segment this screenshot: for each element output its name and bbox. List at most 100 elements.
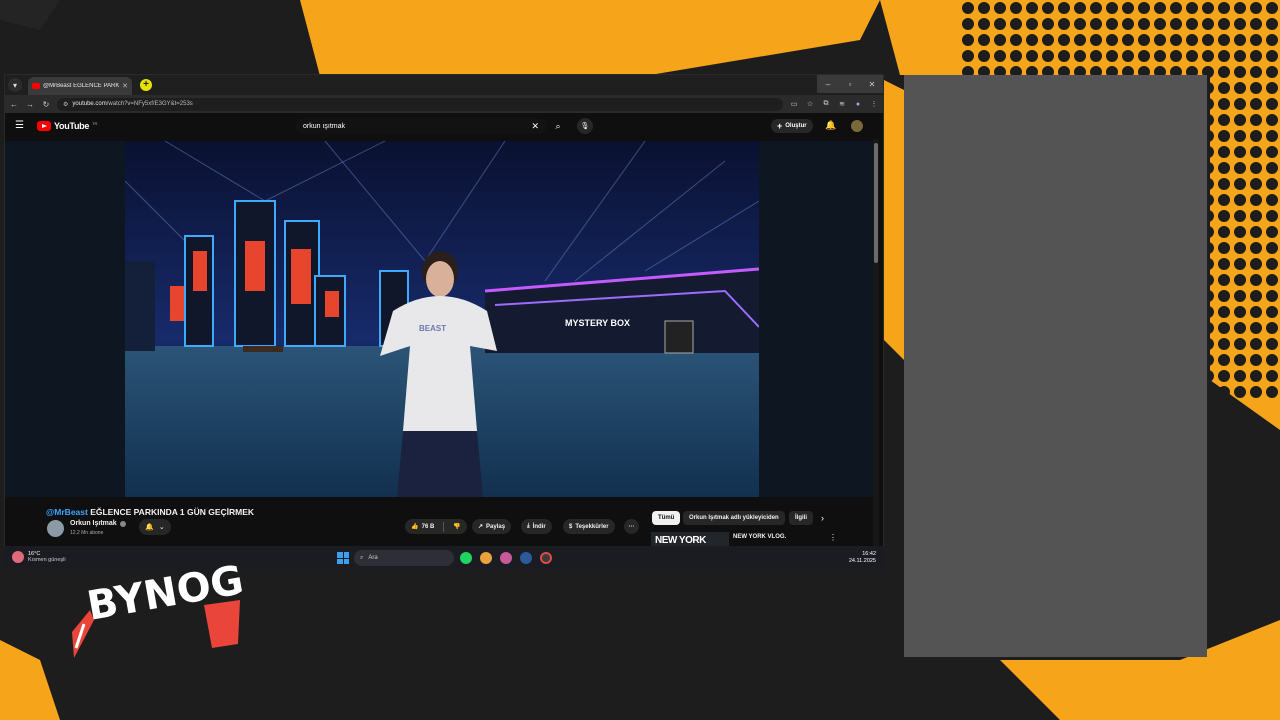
url-field[interactable]: ⚙ youtube.com/watch?v=NFy5xf/E3GY&t=253s <box>57 97 783 111</box>
like-divider <box>443 521 445 532</box>
more-actions-button[interactable]: ··· <box>624 519 639 534</box>
title-mention-link[interactable]: @MrBeast <box>46 507 88 517</box>
youtube-page: ☰ YouTube TR orkun ışıtmak ✕ ⌕ 🎙 + Oluşt… <box>5 113 879 569</box>
camera-placeholder-panel <box>904 75 1207 657</box>
more-horizontal-icon: ··· <box>628 523 635 530</box>
subscription-bell-button[interactable]: 🔔 ⌄ <box>139 519 171 535</box>
create-label: Oluştur <box>785 123 807 129</box>
mystery-box-sign: MYSTERY BOX <box>565 318 630 328</box>
chip-all[interactable]: Tümü <box>652 511 681 525</box>
clock-date: 24.11.2025 <box>848 558 876 564</box>
search-icon: ⌕ <box>360 554 364 561</box>
tab-search-button[interactable]: ▾ <box>8 78 22 92</box>
dislike-button[interactable]: 👎 <box>447 519 466 534</box>
chip-from-uploader[interactable]: Orkun Işıtmak adlı yükleyiciden <box>683 511 785 525</box>
share-icon: ↗ <box>478 524 484 530</box>
download-label: İndir <box>532 523 546 530</box>
svg-text:BEAST: BEAST <box>419 324 446 333</box>
taskbar-search-placeholder: Ara <box>368 555 378 561</box>
video-frame: MYSTERY BOX BEAST <box>125 141 759 497</box>
app-icon[interactable] <box>540 552 552 564</box>
browser-window: ▾ @MrBeast EĞLENCE PARKINDA ✕ + – ▫ ✕ ← … <box>4 74 884 570</box>
youtube-header: ☰ YouTube TR orkun ışıtmak ✕ ⌕ 🎙 + Oluşt… <box>5 113 879 139</box>
plus-icon: + <box>777 121 783 131</box>
create-button[interactable]: + Oluştur <box>771 119 813 133</box>
verified-icon <box>119 520 126 527</box>
taskbar-search[interactable]: ⌕ Ara <box>354 550 454 566</box>
tab-active[interactable]: @MrBeast EĞLENCE PARKINDA ✕ <box>28 77 132 95</box>
like-count: 76 B <box>421 523 435 530</box>
cast-icon[interactable]: ▭ <box>789 100 799 108</box>
start-button[interactable] <box>337 552 349 564</box>
thanks-icon: $ <box>569 523 573 530</box>
channel-name-row[interactable]: Orkun Işıtmak <box>70 520 126 527</box>
url-host: youtube.com <box>72 101 107 107</box>
youtube-favicon-icon <box>32 83 40 89</box>
site-info-icon[interactable]: ⚙ <box>63 101 68 108</box>
clear-search-icon[interactable]: ✕ <box>531 121 539 132</box>
browser-menu-icon[interactable]: ⋮ <box>869 100 879 108</box>
tab-bar: ▾ @MrBeast EĞLENCE PARKINDA ✕ + – ▫ ✕ <box>5 75 883 95</box>
chrome-profile-icon[interactable] <box>500 552 512 564</box>
tab-close-icon[interactable]: ✕ <box>122 82 128 90</box>
weather-icon <box>12 551 24 563</box>
share-button[interactable]: ↗ Paylaş <box>472 519 512 534</box>
hamburger-menu-icon[interactable]: ☰ <box>15 120 24 131</box>
search-icon[interactable]: ⌕ <box>550 118 566 134</box>
spotify-icon[interactable] <box>460 552 472 564</box>
video-player[interactable]: MYSTERY BOX BEAST <box>125 141 759 497</box>
maximize-button[interactable]: ▫ <box>839 75 861 93</box>
clock-time: 16:42 <box>862 551 876 557</box>
taskbar-clock[interactable]: 16:42 24.11.2025 <box>849 551 876 565</box>
reload-icon[interactable]: ↻ <box>41 100 51 109</box>
chip-related[interactable]: İlgili <box>789 511 813 525</box>
thumbnail-text: NEW YORK <box>655 535 706 546</box>
bookmark-star-icon[interactable]: ☆ <box>805 100 815 108</box>
bynog-logo: BYNOG <box>72 560 247 658</box>
search-input[interactable]: orkun ışıtmak ✕ <box>295 118 547 134</box>
profile-icon[interactable]: ● <box>853 101 863 108</box>
chevron-right-icon[interactable]: › <box>821 513 824 523</box>
steam-icon[interactable] <box>520 552 532 564</box>
share-label: Paylaş <box>486 523 506 530</box>
minimize-button[interactable]: – <box>817 75 839 93</box>
chevron-down-icon: ⌄ <box>158 524 165 531</box>
new-tab-button[interactable]: + <box>140 79 152 91</box>
extension-icon[interactable]: ≋ <box>837 100 847 108</box>
stream-overlay: ▾ @MrBeast EĞLENCE PARKINDA ✕ + – ▫ ✕ ← … <box>0 0 1280 720</box>
tab-title: @MrBeast EĞLENCE PARKINDA <box>43 83 120 89</box>
forward-icon[interactable]: → <box>25 100 35 109</box>
url-path: /watch?v=NFy5xf/E3GY&t=253s <box>106 101 193 107</box>
channel-name: Orkun Işıtmak <box>70 520 117 527</box>
youtube-play-icon <box>37 121 51 131</box>
youtube-logo[interactable]: YouTube TR <box>37 121 97 131</box>
page-scrollbar[interactable] <box>873 139 879 569</box>
bell-icon: 🔔 <box>145 524 154 531</box>
chrome-icon[interactable] <box>480 552 492 564</box>
thumbs-up-icon: 👍 <box>411 524 419 530</box>
kebab-menu-icon[interactable]: ⋮ <box>829 533 837 542</box>
address-bar-row: ← → ↻ ⚙ youtube.com/watch?v=NFy5xf/E3GY&… <box>5 95 883 113</box>
thumbs-down-icon: 👎 <box>453 524 461 530</box>
search-value: orkun ışıtmak <box>303 122 346 130</box>
like-dislike-group: 👍 76 B 👎 <box>405 519 467 534</box>
scrollbar-thumb[interactable] <box>874 143 878 263</box>
user-avatar[interactable] <box>851 120 863 132</box>
close-window-button[interactable]: ✕ <box>861 75 883 93</box>
microphone-icon[interactable]: 🎙 <box>577 118 593 134</box>
youtube-logo-text: YouTube <box>54 121 90 131</box>
extensions-icon[interactable]: ⧉ <box>821 100 831 108</box>
download-button[interactable]: ⤓ İndir <box>521 519 552 534</box>
title-text: EĞLENCE PARKINDA 1 GÜN GEÇİRMEK <box>87 507 255 517</box>
notifications-bell-icon[interactable]: 🔔 <box>825 120 836 131</box>
thanks-label: Teşekkürler <box>575 523 609 530</box>
recommendation-title[interactable]: NEW YORK VLOG. <box>733 534 786 540</box>
video-title: @MrBeast EĞLENCE PARKINDA 1 GÜN GEÇİRMEK <box>46 507 254 517</box>
like-button[interactable]: 👍 76 B <box>405 519 440 534</box>
download-icon: ⤓ <box>527 523 530 529</box>
channel-avatar[interactable] <box>47 520 64 537</box>
youtube-country-code: TR <box>92 120 98 126</box>
back-icon[interactable]: ← <box>9 100 19 109</box>
thanks-button[interactable]: $ Teşekkürler <box>563 519 615 534</box>
subscriber-count: 12,2 Mn abone <box>70 530 104 536</box>
